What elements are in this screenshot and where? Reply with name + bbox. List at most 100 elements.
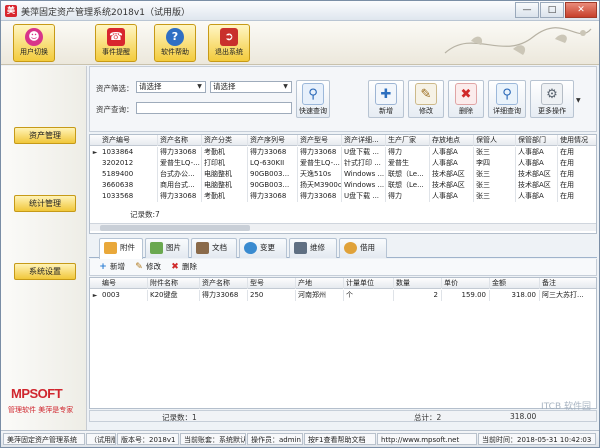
table-cell: 人事部A xyxy=(430,158,474,169)
column-header[interactable]: 型号 xyxy=(248,278,296,289)
column-header[interactable]: 使用情况 xyxy=(558,135,596,146)
paperclip-icon xyxy=(104,242,117,254)
tab-maintenance[interactable]: 维修 xyxy=(289,238,337,258)
attachment-footer: 记录数：1 总计：2 318.00 xyxy=(89,410,597,422)
more-actions-button[interactable]: ⚙ 更多操作 xyxy=(530,80,574,118)
asset-table-header: 资产编号 资产名称 资产分类 资产序列号 资产型号 资产详细... 生产厂家 存… xyxy=(90,135,596,146)
table-row[interactable]: 5189400 台式办公... 电脑整机 90GB003... 天逸510s W… xyxy=(90,169,596,180)
sidebar-item-system-settings[interactable]: 系统设置 xyxy=(14,263,76,280)
edit-attachment-button[interactable]: ✎ 修改 xyxy=(134,261,161,273)
table-cell: 天逸510s xyxy=(298,169,342,180)
column-header[interactable]: 附件名称 xyxy=(148,278,200,289)
table-cell: 河南郑州 xyxy=(296,290,344,301)
sidebar-item-statistics[interactable]: 统计管理 xyxy=(14,195,76,212)
column-header[interactable]: 资产序列号 xyxy=(248,135,298,146)
column-header[interactable]: 资产名称 xyxy=(200,278,248,289)
table-row[interactable]: ► 0003 K20键盘 得力33068 250 河南郑州 个 2 159.00… xyxy=(90,290,596,301)
brand-tagline: 管理软件 美萍是专家 xyxy=(8,406,74,414)
detail-search-icon: ⚲ xyxy=(496,83,518,105)
table-cell: 技术部A区 xyxy=(516,169,558,180)
more-actions-dropdown-icon[interactable]: ▼ xyxy=(576,97,581,104)
minimize-button[interactable]: — xyxy=(515,2,539,18)
main-toolbar: ☻ 用户切换 ☎ 事件提醒 ? 软件帮助 ➲ 退出系统 xyxy=(1,21,599,65)
exit-icon: ➲ xyxy=(220,28,238,46)
table-cell: 人事部A xyxy=(516,191,558,202)
tab-borrow[interactable]: 借用 xyxy=(339,238,387,258)
column-header[interactable]: 存放地点 xyxy=(430,135,474,146)
table-cell: 1033568 xyxy=(100,191,158,202)
status-current-time: 当前时间：2018-05-31 10:42:03 xyxy=(478,433,596,445)
add-attachment-label: 新增 xyxy=(110,262,125,271)
sidebar-item-asset-management[interactable]: 资产管理 xyxy=(14,127,76,144)
user-switch-button[interactable]: ☻ 用户切换 xyxy=(13,24,55,62)
column-header[interactable]: 资产详细... xyxy=(342,135,386,146)
quick-query-button[interactable]: ⚲ 快速查询 xyxy=(296,80,330,118)
table-row[interactable]: ► 1033864 得力33068 考勤机 得力33068 得力33068 U盘… xyxy=(90,147,596,158)
wrench-icon xyxy=(294,242,307,254)
edit-asset-button[interactable]: ✎ 修改 xyxy=(408,80,444,118)
column-header[interactable]: 单价 xyxy=(442,278,490,289)
main-panel: 资产筛选： 请选择 ▼ 请选择 ▼ 资产查询： ⚲ 快速查询 ✚ 新增 ✎ 修改 xyxy=(89,66,597,430)
title-bar: 美 美萍固定资产管理系统2018v1（试用版） — □ ✕ xyxy=(1,1,599,21)
detail-query-button[interactable]: ⚲ 详细查询 xyxy=(488,80,526,118)
column-header[interactable]: 保管人 xyxy=(474,135,516,146)
column-header[interactable]: 保管部门 xyxy=(516,135,558,146)
table-cell: LQ-630KII xyxy=(248,158,298,169)
exit-system-button[interactable]: ➲ 退出系统 xyxy=(208,24,250,62)
table-cell: 张三 xyxy=(474,180,516,191)
column-header[interactable]: 资产编号 xyxy=(100,135,158,146)
search-panel: 资产筛选： 请选择 ▼ 请选择 ▼ 资产查询： ⚲ 快速查询 ✚ 新增 ✎ 修改 xyxy=(89,66,597,132)
tab-images[interactable]: 图片 xyxy=(145,238,189,258)
status-website-link[interactable]: http://www.mpsoft.net xyxy=(377,433,477,445)
column-header[interactable]: 金额 xyxy=(490,278,540,289)
delete-attachment-button[interactable]: ✖ 删除 xyxy=(170,261,197,273)
column-header[interactable]: 资产名称 xyxy=(158,135,202,146)
detail-query-label: 详细查询 xyxy=(493,107,521,115)
column-header[interactable]: 数量 xyxy=(394,278,442,289)
app-window: 美 美萍固定资产管理系统2018v1（试用版） — □ ✕ ☻ 用户切换 ☎ 事… xyxy=(0,0,600,448)
tab-label: 附件 xyxy=(120,243,135,252)
table-cell: 得力 xyxy=(386,147,430,158)
add-attachment-button[interactable]: + 新增 xyxy=(98,261,125,273)
current-row-indicator-icon: ► xyxy=(92,292,98,299)
column-header[interactable]: 生产厂家 xyxy=(386,135,430,146)
asset-query-input[interactable] xyxy=(136,102,292,114)
column-header[interactable]: 资产分类 xyxy=(202,135,248,146)
delete-asset-button[interactable]: ✖ 删除 xyxy=(448,80,484,118)
table-cell: K20键盘 xyxy=(148,290,200,301)
column-header[interactable]: 资产型号 xyxy=(298,135,342,146)
asset-record-count: 记录数:7 xyxy=(130,210,160,219)
status-operator: 操作员：admin xyxy=(247,433,303,445)
tab-documents[interactable]: 文档 xyxy=(191,238,237,258)
table-row[interactable]: 3660638 商用台式... 电脑整机 90GB003... 扬天M3900c… xyxy=(90,180,596,191)
table-row[interactable]: 1033568 得力33068 考勤机 得力33068 得力33068 U盘下载… xyxy=(90,191,596,202)
asset-table-hscrollbar[interactable] xyxy=(90,223,596,231)
table-cell: 在用 xyxy=(558,169,596,180)
table-row[interactable]: 3202012 爱普生LQ-... 打印机 LQ-630KII 爱普生LQ-..… xyxy=(90,158,596,169)
tab-changes[interactable]: 变更 xyxy=(239,238,287,258)
maximize-button[interactable]: □ xyxy=(540,2,564,18)
column-header[interactable]: 产地 xyxy=(296,278,344,289)
table-cell: 针式打印 ... xyxy=(342,158,386,169)
tab-attachment[interactable]: 附件 xyxy=(99,238,143,259)
edit-attachment-label: 修改 xyxy=(146,262,161,271)
table-cell: 在用 xyxy=(558,180,596,191)
software-help-button[interactable]: ? 软件帮助 xyxy=(154,24,196,62)
column-header[interactable]: 计量单位 xyxy=(344,278,394,289)
event-reminder-button[interactable]: ☎ 事件提醒 xyxy=(95,24,137,62)
tab-label: 借用 xyxy=(360,243,375,252)
filter-category-select[interactable]: 请选择 ▼ xyxy=(136,81,206,93)
table-cell: 张三 xyxy=(474,147,516,158)
scroll-thumb[interactable] xyxy=(100,225,250,231)
alarm-icon: ☎ xyxy=(107,28,125,46)
filter-secondary-select[interactable]: 请选择 ▼ xyxy=(210,81,292,93)
handover-icon xyxy=(344,242,357,254)
column-header[interactable]: 备注 xyxy=(540,278,596,289)
column-header[interactable]: 编号 xyxy=(100,278,148,289)
user-switch-label: 用户切换 xyxy=(20,48,48,56)
table-cell: 在用 xyxy=(558,191,596,202)
new-asset-button[interactable]: ✚ 新增 xyxy=(368,80,404,118)
close-button[interactable]: ✕ xyxy=(565,2,597,18)
table-cell: U盘下载 ... xyxy=(342,147,386,158)
table-cell: 电脑整机 xyxy=(202,169,248,180)
